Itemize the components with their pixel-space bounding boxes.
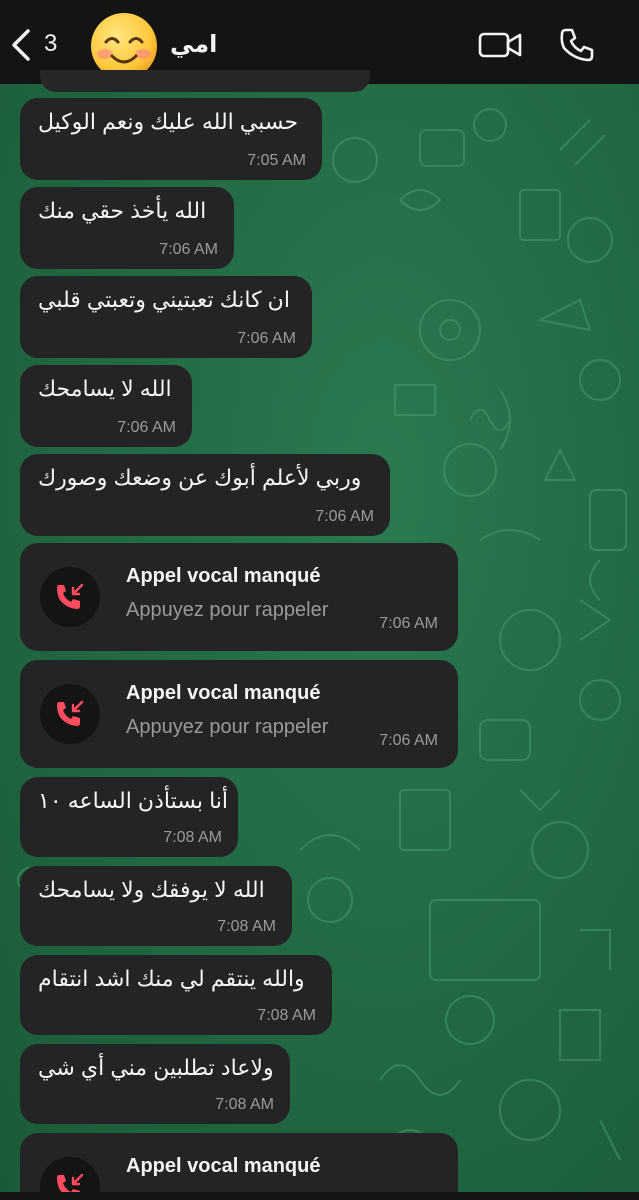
message-bubble[interactable]: ان كانك تعبتيني وتعبتي قلبي 7:06 AM <box>20 276 312 358</box>
message-bubble[interactable]: ولاعاد تطلبين مني أي شي 7:08 AM <box>20 1044 290 1124</box>
message-bubble[interactable]: والله ينتقم لي منك اشد انتقام 7:08 AM <box>20 955 332 1035</box>
missed-call-bubble[interactable]: Appel vocal manqué <box>20 1133 458 1200</box>
message-text: الله لا يوفقك ولا يسامحك <box>38 877 265 902</box>
message-text: الله يأخذ حقي منك <box>38 198 207 223</box>
contact-name[interactable]: امي <box>170 30 217 59</box>
call-title: Appel vocal manqué <box>126 1155 321 1177</box>
message-text: ولاعاد تطلبين مني أي شي <box>38 1055 274 1080</box>
missed-call-icon <box>57 583 84 609</box>
call-title: Appel vocal manqué <box>126 565 321 587</box>
message-bubble[interactable]: الله لا يسامحك 7:06 AM <box>20 365 192 447</box>
call-time: 7:06 AM <box>379 732 438 749</box>
missed-call-badge <box>40 684 100 744</box>
message-bubble[interactable]: حسبي الله عليك ونعم الوكيل 7:05 AM <box>20 98 322 180</box>
previous-message-bubble <box>40 70 370 92</box>
message-text: الله لا يسامحك <box>38 376 172 401</box>
message-time: 7:08 AM <box>163 829 222 846</box>
message-bubble[interactable]: وربي لأعلم أبوك عن وضعك وصورك 7:06 AM <box>20 454 390 536</box>
message-time: 7:05 AM <box>247 152 306 169</box>
message-time: 7:06 AM <box>237 330 296 347</box>
bottom-edge <box>0 1192 639 1200</box>
call-subtitle: Appuyez pour rappeler <box>126 599 329 621</box>
message-time: 7:06 AM <box>117 419 176 436</box>
message-text: ان كانك تعبتيني وتعبتي قلبي <box>38 287 290 312</box>
missed-call-badge <box>40 567 100 627</box>
video-camera-icon[interactable] <box>478 28 522 62</box>
message-bubble[interactable]: أنا بستأذن الساعه ١٠ 7:08 AM <box>20 777 238 857</box>
message-bubble[interactable]: الله يأخذ حقي منك 7:06 AM <box>20 187 234 269</box>
call-title: Appel vocal manqué <box>126 682 321 704</box>
call-subtitle: Appuyez pour rappeler <box>126 716 329 738</box>
chevron-left-icon[interactable] <box>8 28 34 62</box>
message-text: وربي لأعلم أبوك عن وضعك وصورك <box>38 465 362 490</box>
message-time: 7:08 AM <box>217 918 276 935</box>
message-text: والله ينتقم لي منك اشد انتقام <box>38 966 305 991</box>
back-unread-count[interactable]: 3 <box>44 30 57 58</box>
missed-call-bubble[interactable]: Appel vocal manqué Appuyez pour rappeler… <box>20 543 458 651</box>
missed-call-icon <box>57 700 84 726</box>
call-time: 7:06 AM <box>379 615 438 632</box>
message-text: حسبي الله عليك ونعم الوكيل <box>38 109 299 134</box>
message-time: 7:08 AM <box>257 1007 316 1024</box>
message-text: أنا بستأذن الساعه ١٠ <box>38 788 229 813</box>
message-time: 7:06 AM <box>315 508 374 525</box>
message-time: 7:06 AM <box>159 241 218 258</box>
phone-icon[interactable] <box>558 26 596 64</box>
missed-call-bubble[interactable]: Appel vocal manqué Appuyez pour rappeler… <box>20 660 458 768</box>
message-bubble[interactable]: الله لا يوفقك ولا يسامحك 7:08 AM <box>20 866 292 946</box>
message-time: 7:08 AM <box>215 1096 274 1113</box>
